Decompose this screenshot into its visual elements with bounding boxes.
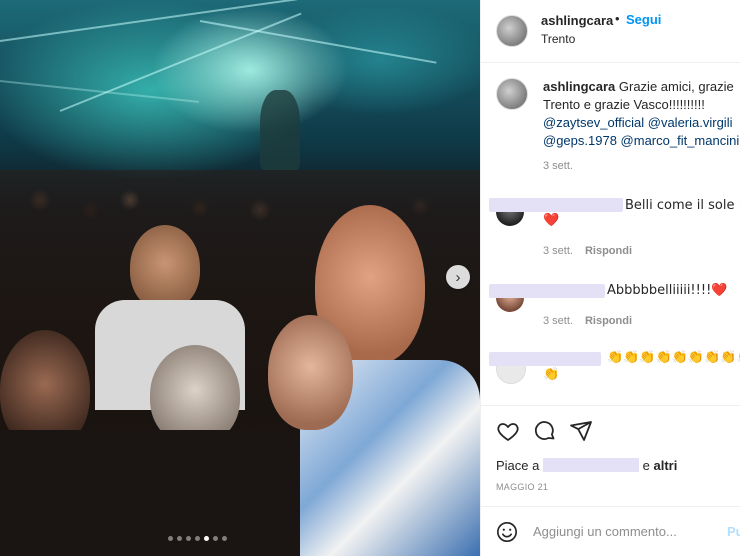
mention-link[interactable]: @geps.1978 <box>543 133 617 148</box>
chevron-right-icon: › <box>455 268 461 286</box>
carousel-dot <box>195 536 200 541</box>
heart-icon[interactable] <box>496 419 520 448</box>
light-beam <box>0 0 298 42</box>
carousel-dot <box>204 536 209 541</box>
instagram-post: › ashlingcara • Segui Trento ashlingcara… <box>0 0 740 556</box>
likes-others-link[interactable]: altri <box>653 458 677 473</box>
emoji-icon[interactable] <box>496 521 518 548</box>
foreground-dark <box>0 430 300 556</box>
comment-meta: 3 sett. Rispondi <box>543 315 632 327</box>
redacted-username <box>489 284 605 298</box>
next-image-button[interactable]: › <box>446 265 470 289</box>
redacted-username <box>489 198 623 212</box>
redacted-username <box>489 352 601 366</box>
comment-text: Abbbbbelliiiii!!!!❤️ <box>607 283 728 298</box>
mention-link[interactable]: @marco_fit_mancini <box>621 133 740 148</box>
comment-icon[interactable] <box>533 419 557 448</box>
person-face <box>130 225 200 310</box>
mention-link[interactable]: @zaytsev_official <box>543 115 644 130</box>
likes-summary: Piace a e altri <box>496 458 677 473</box>
separator-dot: • <box>615 11 620 26</box>
heart-emoji: ❤️ <box>543 213 560 228</box>
caption-avatar[interactable] <box>496 78 528 110</box>
light-beam <box>0 80 200 103</box>
carousel-dot <box>186 536 191 541</box>
carousel-dot <box>213 536 218 541</box>
post-location[interactable]: Trento <box>541 32 575 46</box>
caption-time[interactable]: 3 sett. <box>543 160 573 172</box>
post-comment-button[interactable]: Pu <box>727 524 740 539</box>
post-header: ashlingcara • Segui Trento <box>481 0 740 63</box>
avatar[interactable] <box>496 15 528 47</box>
mention-link[interactable]: @valeria.virgili <box>648 115 733 130</box>
person-face <box>268 315 353 430</box>
divider <box>481 506 740 507</box>
comment-text: Belli come il sole 🙌 <box>625 198 740 213</box>
carousel-dot <box>222 536 227 541</box>
post-photo[interactable]: › <box>0 0 480 556</box>
caption-username[interactable]: ashlingcara <box>543 79 615 94</box>
follow-button[interactable]: Segui <box>626 12 661 27</box>
likes-prefix: Piace a <box>496 458 540 473</box>
comment-time[interactable]: 3 sett. <box>543 315 573 327</box>
clap-emoji: 👏 <box>543 367 560 382</box>
carousel-dot <box>177 536 182 541</box>
carousel-dots <box>168 536 227 541</box>
post-date[interactable]: MAGGIO 21 <box>496 482 548 492</box>
caption: ashlingcara Grazie amici, grazie Trento … <box>543 78 740 150</box>
light-beam <box>199 20 437 64</box>
comment-text: 👏👏👏👏👏👏👏👏👏 <box>607 350 740 365</box>
post-side-panel: ashlingcara • Segui Trento ashlingcara G… <box>480 0 740 556</box>
carousel-dot <box>168 536 173 541</box>
redacted-liker <box>543 458 639 472</box>
stage-screen <box>260 90 300 170</box>
comment-input[interactable]: Aggiungi un commento... <box>533 524 677 539</box>
post-username[interactable]: ashlingcara <box>541 13 613 28</box>
likes-suffix: e <box>642 458 650 473</box>
comment-meta: 3 sett. Rispondi <box>543 245 632 257</box>
divider <box>481 405 740 406</box>
reply-button[interactable]: Rispondi <box>585 315 632 327</box>
comment-time[interactable]: 3 sett. <box>543 245 573 257</box>
share-icon[interactable] <box>569 419 593 448</box>
reply-button[interactable]: Rispondi <box>585 245 632 257</box>
